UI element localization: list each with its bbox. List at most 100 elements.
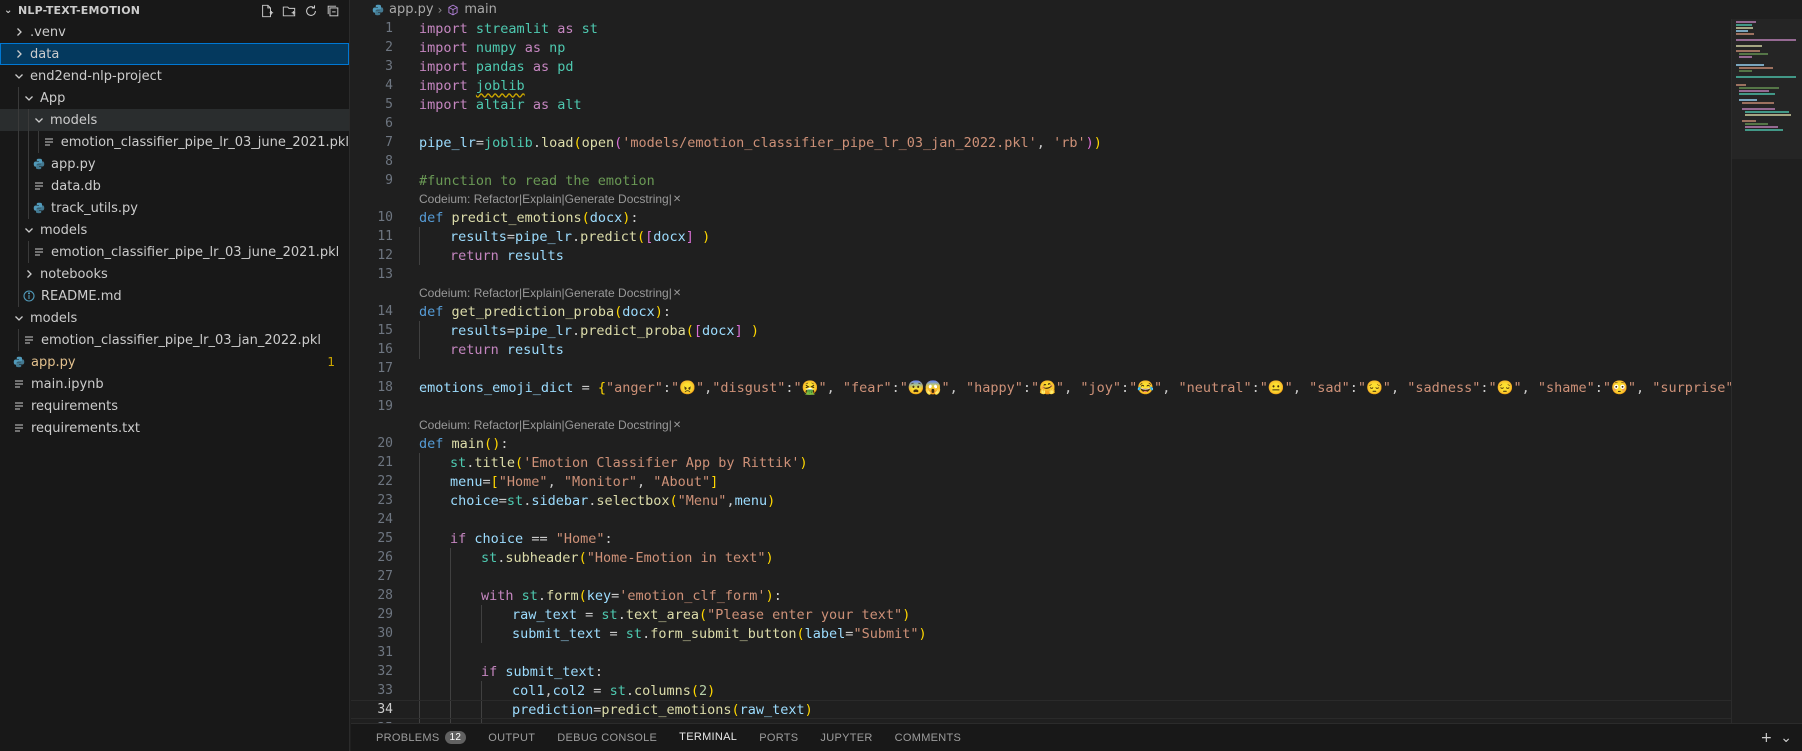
tree-folder[interactable]: App: [0, 87, 349, 109]
code-line[interactable]: 32 if submit_text:: [351, 662, 1731, 681]
panel-tab-debug-console[interactable]: DEBUG CONSOLE: [546, 724, 668, 751]
code-token: "neutral": [1178, 379, 1252, 396]
code-line[interactable]: 21 st.title('Emotion Classifier App by Ri…: [351, 453, 1731, 472]
code-line[interactable]: 2 import numpy as np: [351, 38, 1731, 57]
tree-folder[interactable]: .venv: [0, 21, 349, 43]
code-line[interactable]: 22 menu=["Home", "Monitor", "About"]: [351, 472, 1731, 491]
code-line[interactable]: 15 results=pipe_lr.predict_proba([docx] ): [351, 321, 1731, 340]
code-line[interactable]: 23 choice=st.sidebar.selectbox("Menu",men…: [351, 491, 1731, 510]
code-line[interactable]: 4 import joblib: [351, 76, 1731, 95]
chevron-down-icon[interactable]: ⌄: [4, 5, 18, 16]
tree-file[interactable]: emotion_classifier_pipe_lr_03_jan_2022.p…: [0, 329, 349, 351]
tree-file[interactable]: emotion_classifier_pipe_lr_03_june_2021.…: [0, 241, 349, 263]
code-line[interactable]: 17: [351, 359, 1731, 378]
codelens-explain-link[interactable]: Explain: [522, 418, 561, 432]
code-line[interactable]: 34 prediction=predict_emotions(raw_text): [351, 700, 1731, 719]
code-line[interactable]: 26 st.subheader("Home-Emotion in text"): [351, 548, 1731, 567]
indent-guide: [450, 586, 451, 605]
code-token: raw_text: [739, 701, 805, 718]
chevron-down-icon[interactable]: [22, 91, 36, 105]
tree-file[interactable]: README.md: [0, 285, 349, 307]
tree-file[interactable]: requirements.txt: [0, 417, 349, 439]
codeium-codelens: Codeium: Refactor | Explain | Generate D…: [351, 284, 1731, 302]
codelens-refactor-link[interactable]: Codeium: Refactor: [419, 192, 519, 206]
new-folder-icon[interactable]: [281, 3, 297, 19]
code-line[interactable]: 14 def get_prediction_proba(docx):: [351, 302, 1731, 321]
tree-file[interactable]: emotion_classifier_pipe_lr_03_june_2021.…: [0, 131, 349, 153]
panel-tab-comments[interactable]: COMMENTS: [884, 724, 973, 751]
tree-folder[interactable]: data: [0, 43, 349, 65]
close-icon[interactable]: ✕: [673, 420, 681, 431]
codelens-explain-link[interactable]: Explain: [522, 192, 561, 206]
codelens-docstring-link[interactable]: Generate Docstring: [565, 286, 669, 300]
codelens-explain-link[interactable]: Explain: [522, 286, 561, 300]
code-line[interactable]: 3 import pandas as pd: [351, 57, 1731, 76]
codelens-docstring-link[interactable]: Generate Docstring: [565, 418, 669, 432]
code-line[interactable]: 29 raw_text = st.text_area("Please enter …: [351, 605, 1731, 624]
tree-file[interactable]: app.py 1: [0, 351, 349, 373]
panel-tab-terminal[interactable]: TERMINAL: [668, 724, 749, 751]
code-line[interactable]: 33 col1,col2 = st.columns(2): [351, 681, 1731, 700]
code-editor[interactable]: 1 import streamlit as st 2 import numpy as …: [351, 19, 1731, 723]
close-icon[interactable]: ✕: [673, 194, 681, 205]
indent-guide: [419, 586, 420, 605]
tree-folder[interactable]: models: [0, 109, 349, 131]
tree-file[interactable]: data.db: [0, 175, 349, 197]
code-line[interactable]: 27: [351, 567, 1731, 586]
tree-file[interactable]: requirements: [0, 395, 349, 417]
codelens-refactor-link[interactable]: Codeium: Refactor: [419, 418, 519, 432]
breadcrumb-file[interactable]: app.py: [389, 2, 434, 17]
chevron-down-icon[interactable]: [12, 311, 26, 325]
breadcrumb-symbol[interactable]: main: [464, 2, 496, 17]
chevron-right-icon[interactable]: [22, 267, 36, 281]
tree-file[interactable]: main.ipynb: [0, 373, 349, 395]
chevron-down-icon[interactable]: ⌄: [1780, 730, 1792, 746]
collapse-all-icon[interactable]: [325, 3, 341, 19]
code-line[interactable]: 7 pipe_lr=joblib.load(open('models/emotio…: [351, 133, 1731, 152]
tree-folder[interactable]: notebooks: [0, 263, 349, 285]
code-line[interactable]: 9 #function to read the emotion: [351, 171, 1731, 190]
add-terminal-icon[interactable]: +: [1761, 730, 1773, 746]
code-token: {: [597, 379, 606, 396]
tree-folder[interactable]: models: [0, 307, 349, 329]
tree-folder[interactable]: models: [0, 219, 349, 241]
code-line[interactable]: 19: [351, 397, 1731, 416]
panel-tab-output[interactable]: OUTPUT: [477, 724, 546, 751]
code-line[interactable]: 18 emotions_emoji_dict = {"anger":"😠","di…: [351, 378, 1731, 397]
code-line[interactable]: 10 def predict_emotions(docx):: [351, 208, 1731, 227]
chevron-down-icon[interactable]: [22, 223, 36, 237]
chevron-right-icon[interactable]: [12, 25, 26, 39]
code-line[interactable]: 13: [351, 265, 1731, 284]
panel-tab-ports[interactable]: PORTS: [748, 724, 809, 751]
tree-folder[interactable]: end2end-nlp-project: [0, 65, 349, 87]
close-icon[interactable]: ✕: [673, 288, 681, 299]
chevron-down-icon[interactable]: [32, 113, 46, 127]
code-line[interactable]: 28 with st.form(key='emotion_clf_form'):: [351, 586, 1731, 605]
minimap[interactable]: [1731, 19, 1802, 723]
code-line[interactable]: 11 results=pipe_lr.predict([docx] ): [351, 227, 1731, 246]
panel-tab-problems[interactable]: PROBLEMS 12: [365, 724, 477, 751]
panel-tab-jupyter[interactable]: JUPYTER: [809, 724, 883, 751]
code-line[interactable]: 12 return results: [351, 246, 1731, 265]
new-file-icon[interactable]: [259, 3, 275, 19]
code-line[interactable]: 20 def main():: [351, 434, 1731, 453]
tree-file[interactable]: track_utils.py: [0, 197, 349, 219]
explorer-header[interactable]: ⌄ NLP-TEXT-EMOTION: [0, 0, 349, 21]
codelens-docstring-link[interactable]: Generate Docstring: [565, 192, 669, 206]
codelens-refactor-link[interactable]: Codeium: Refactor: [419, 286, 519, 300]
code-line[interactable]: 30 submit_text = st.form_submit_button(la…: [351, 624, 1731, 643]
code-line[interactable]: 16 return results: [351, 340, 1731, 359]
code-line[interactable]: 24: [351, 510, 1731, 529]
code-line[interactable]: 5 import altair as alt: [351, 95, 1731, 114]
code-line[interactable]: 8: [351, 152, 1731, 171]
refresh-icon[interactable]: [303, 3, 319, 19]
chevron-right-icon[interactable]: [12, 47, 26, 61]
chevron-down-icon[interactable]: [12, 69, 26, 83]
code-line[interactable]: 1 import streamlit as st: [351, 19, 1731, 38]
code-line[interactable]: 6: [351, 114, 1731, 133]
code-token: ): [1093, 134, 1102, 151]
code-line[interactable]: 31: [351, 643, 1731, 662]
code-line[interactable]: 25 if choice == "Home":: [351, 529, 1731, 548]
tree-file[interactable]: app.py: [0, 153, 349, 175]
